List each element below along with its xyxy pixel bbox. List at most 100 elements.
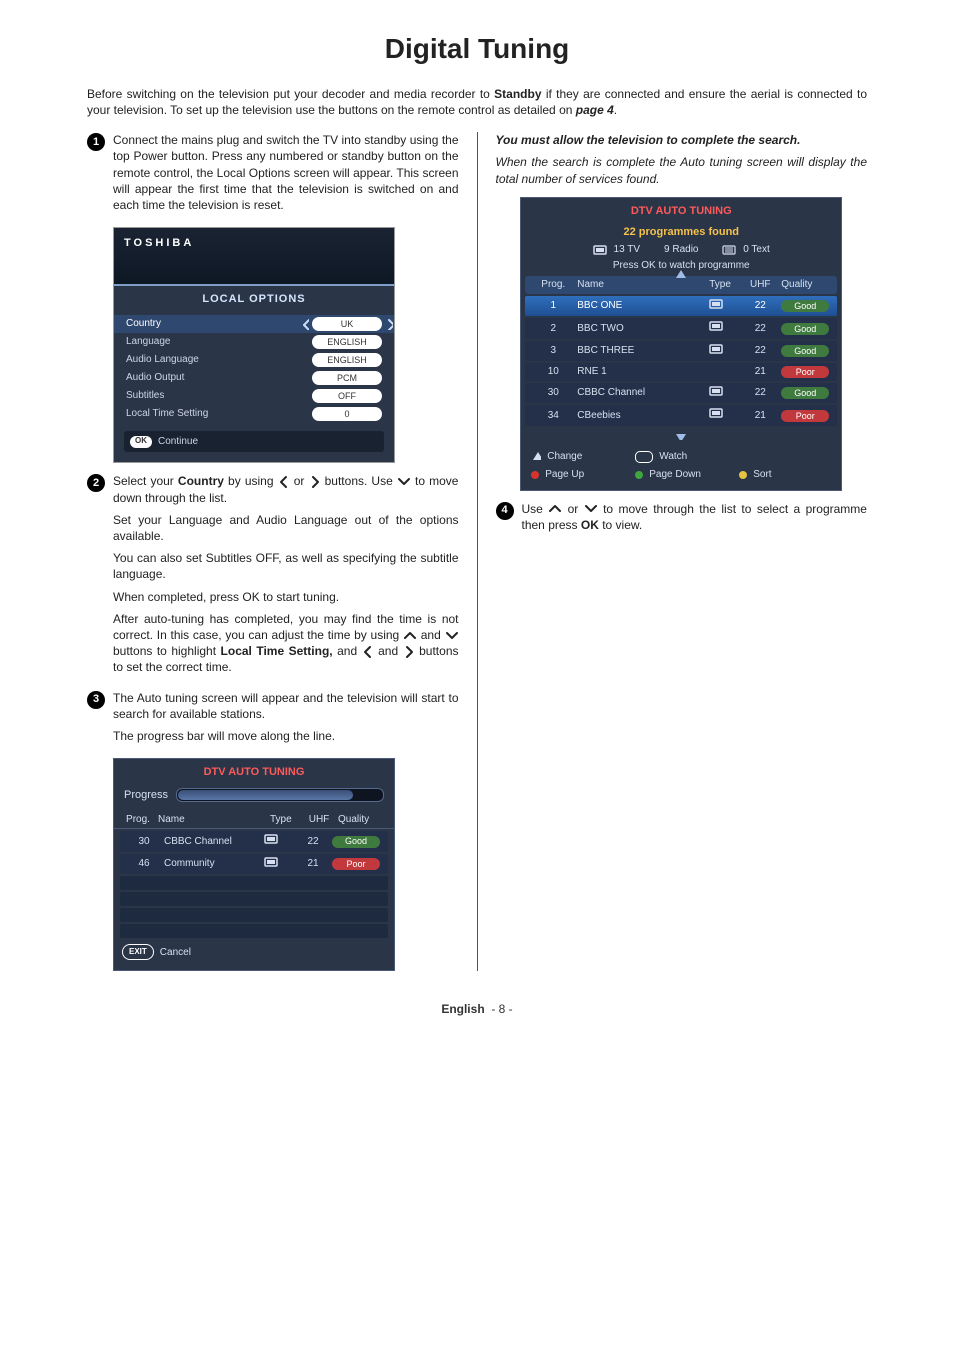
legend-pagedown: Page Down	[635, 468, 727, 482]
result-row[interactable]: 10RNE 121Poor	[525, 363, 837, 381]
th2-prog: Prog.	[533, 278, 573, 292]
cell-prog: 2	[533, 322, 573, 336]
step-2-p5: After auto-tuning has completed, you may…	[113, 611, 459, 676]
step-4-mid: or	[568, 502, 584, 516]
tv-icon	[709, 298, 739, 315]
empty-row	[120, 892, 388, 906]
tv-icon	[709, 407, 739, 424]
cell-uhf: 21	[743, 409, 777, 423]
cell-prog: 34	[533, 409, 573, 423]
result-row[interactable]: 3BBC THREE22Good	[525, 341, 837, 362]
scroll-up-icon[interactable]	[674, 268, 688, 283]
tv-icon	[709, 320, 739, 337]
local-option-row[interactable]: Local Time Setting0	[114, 405, 394, 423]
local-option-value[interactable]: 0	[312, 407, 382, 421]
left-column: 1 Connect the mains plug and switch the …	[87, 132, 459, 971]
step-2-p2: Set your Language and Audio Language out…	[113, 512, 459, 544]
cell-name: CBBC Channel	[164, 835, 260, 849]
count-text: 0 Text	[722, 243, 769, 257]
cell-prog: 46	[128, 857, 160, 871]
progress-bar	[176, 788, 384, 802]
result-row[interactable]: 2BBC TWO22Good	[525, 318, 837, 339]
local-options-continue[interactable]: OK Continue	[124, 431, 384, 453]
legend-pageup: Page Up	[531, 468, 623, 482]
result-row[interactable]: 1BBC ONE22Good	[525, 296, 837, 317]
legend-pageup-label: Page Up	[545, 468, 584, 482]
step-4-text: Use or to move through the list to selec…	[522, 501, 868, 533]
local-option-value[interactable]: ENGLISH	[312, 335, 382, 349]
tuning-row: 30CBBC Channel22Good	[120, 831, 388, 852]
tuning-row: 46Community21Poor	[120, 854, 388, 875]
cell-uhf: 22	[743, 299, 777, 313]
local-option-value[interactable]: OFF	[312, 389, 382, 403]
legend-sort: Sort	[739, 468, 831, 482]
step-4-pre: Use	[522, 502, 549, 516]
local-option-row[interactable]: Audio OutputPCM	[114, 369, 394, 387]
step-2-p1-post: buttons. Use	[325, 474, 397, 488]
th2-uhf: UHF	[743, 278, 777, 292]
local-option-value[interactable]: UK	[312, 317, 382, 331]
step-2-p5-and2: and	[378, 644, 403, 658]
step-2-p3: You can also set Subtitles OFF, as well …	[113, 550, 459, 582]
progress-fill	[178, 790, 353, 800]
tuning-results-screenshot: DTV AUTO TUNING 22 programmes found 13 T…	[520, 197, 842, 491]
result-row[interactable]: 30CBBC Channel22Good	[525, 383, 837, 404]
quality-badge: Good	[781, 387, 829, 399]
cell-uhf: 22	[743, 386, 777, 400]
quality-badge: Poor	[332, 858, 380, 870]
tuning-table-header: Prog. Name Type UHF Quality	[114, 811, 394, 830]
cell-name: CBBC Channel	[577, 386, 705, 400]
local-option-row[interactable]: SubtitlesOFF	[114, 387, 394, 405]
column-divider	[477, 132, 478, 971]
cancel-label: Cancel	[160, 946, 191, 960]
step-2-p1-pre: Select your	[113, 474, 178, 488]
cell-uhf: 21	[743, 365, 777, 379]
exit-button[interactable]: EXIT	[122, 944, 154, 960]
step-number-3-icon: 3	[87, 691, 105, 709]
step-3-p2: The progress bar will move along the lin…	[113, 728, 459, 744]
step-2-p1-mid: by using	[228, 474, 278, 488]
local-option-label: Audio Output	[126, 371, 312, 385]
local-option-label: Audio Language	[126, 353, 312, 367]
local-option-row[interactable]: Audio LanguageENGLISH	[114, 351, 394, 369]
results-legend: Change Watch Page Up Page Down	[521, 444, 841, 482]
result-row[interactable]: 34CBeebies21Poor	[525, 405, 837, 426]
chevron-down-icon	[397, 475, 411, 489]
cell-uhf: 22	[743, 322, 777, 336]
step-4-end: to view.	[602, 518, 642, 532]
step-1: 1 Connect the mains plug and switch the …	[87, 132, 459, 219]
count-tv: 13 TV	[593, 243, 640, 257]
cell-prog: 30	[128, 835, 160, 849]
legend-pagedown-label: Page Down	[649, 468, 701, 482]
local-option-row[interactable]: LanguageENGLISH	[114, 333, 394, 351]
local-option-value[interactable]: ENGLISH	[312, 353, 382, 367]
legend-watch-label: Watch	[659, 450, 687, 464]
quality-badge: Good	[781, 300, 829, 312]
tv-icon	[264, 833, 294, 850]
green-dot-icon	[635, 471, 643, 479]
scroll-down-icon[interactable]	[521, 428, 841, 444]
cell-uhf: 22	[743, 344, 777, 358]
step-number-2-icon: 2	[87, 474, 105, 492]
note-italic: When the search is complete the Auto tun…	[496, 154, 868, 186]
cell-name: BBC ONE	[577, 299, 705, 313]
footer-page: - 8 -	[491, 1002, 512, 1016]
step-number-1-icon: 1	[87, 133, 105, 151]
quality-badge: Good	[781, 345, 829, 357]
local-option-value[interactable]: PCM	[312, 371, 382, 385]
step-number-4-icon: 4	[496, 502, 514, 520]
local-option-row[interactable]: CountryUK	[114, 315, 394, 333]
chevron-left-icon	[278, 475, 290, 489]
chevron-up-icon	[403, 629, 417, 643]
programmes-found: 22 programmes found	[521, 223, 841, 242]
tv-icon	[709, 343, 739, 360]
local-options-header: TOSHIBA	[114, 228, 394, 286]
intro-standby: Standby	[494, 87, 541, 101]
results-table-header: Prog. Name Type UHF Quality	[525, 276, 837, 294]
local-option-label: Country	[126, 317, 312, 331]
tuning-progress-screenshot: DTV AUTO TUNING Progress Prog. Name Type…	[113, 758, 395, 971]
tuning-results-title: DTV AUTO TUNING	[521, 198, 841, 223]
chevron-down-icon	[445, 629, 459, 643]
step-4: 4 Use or to move through the list to sel…	[496, 501, 868, 539]
step-4-ok: OK	[581, 518, 599, 532]
